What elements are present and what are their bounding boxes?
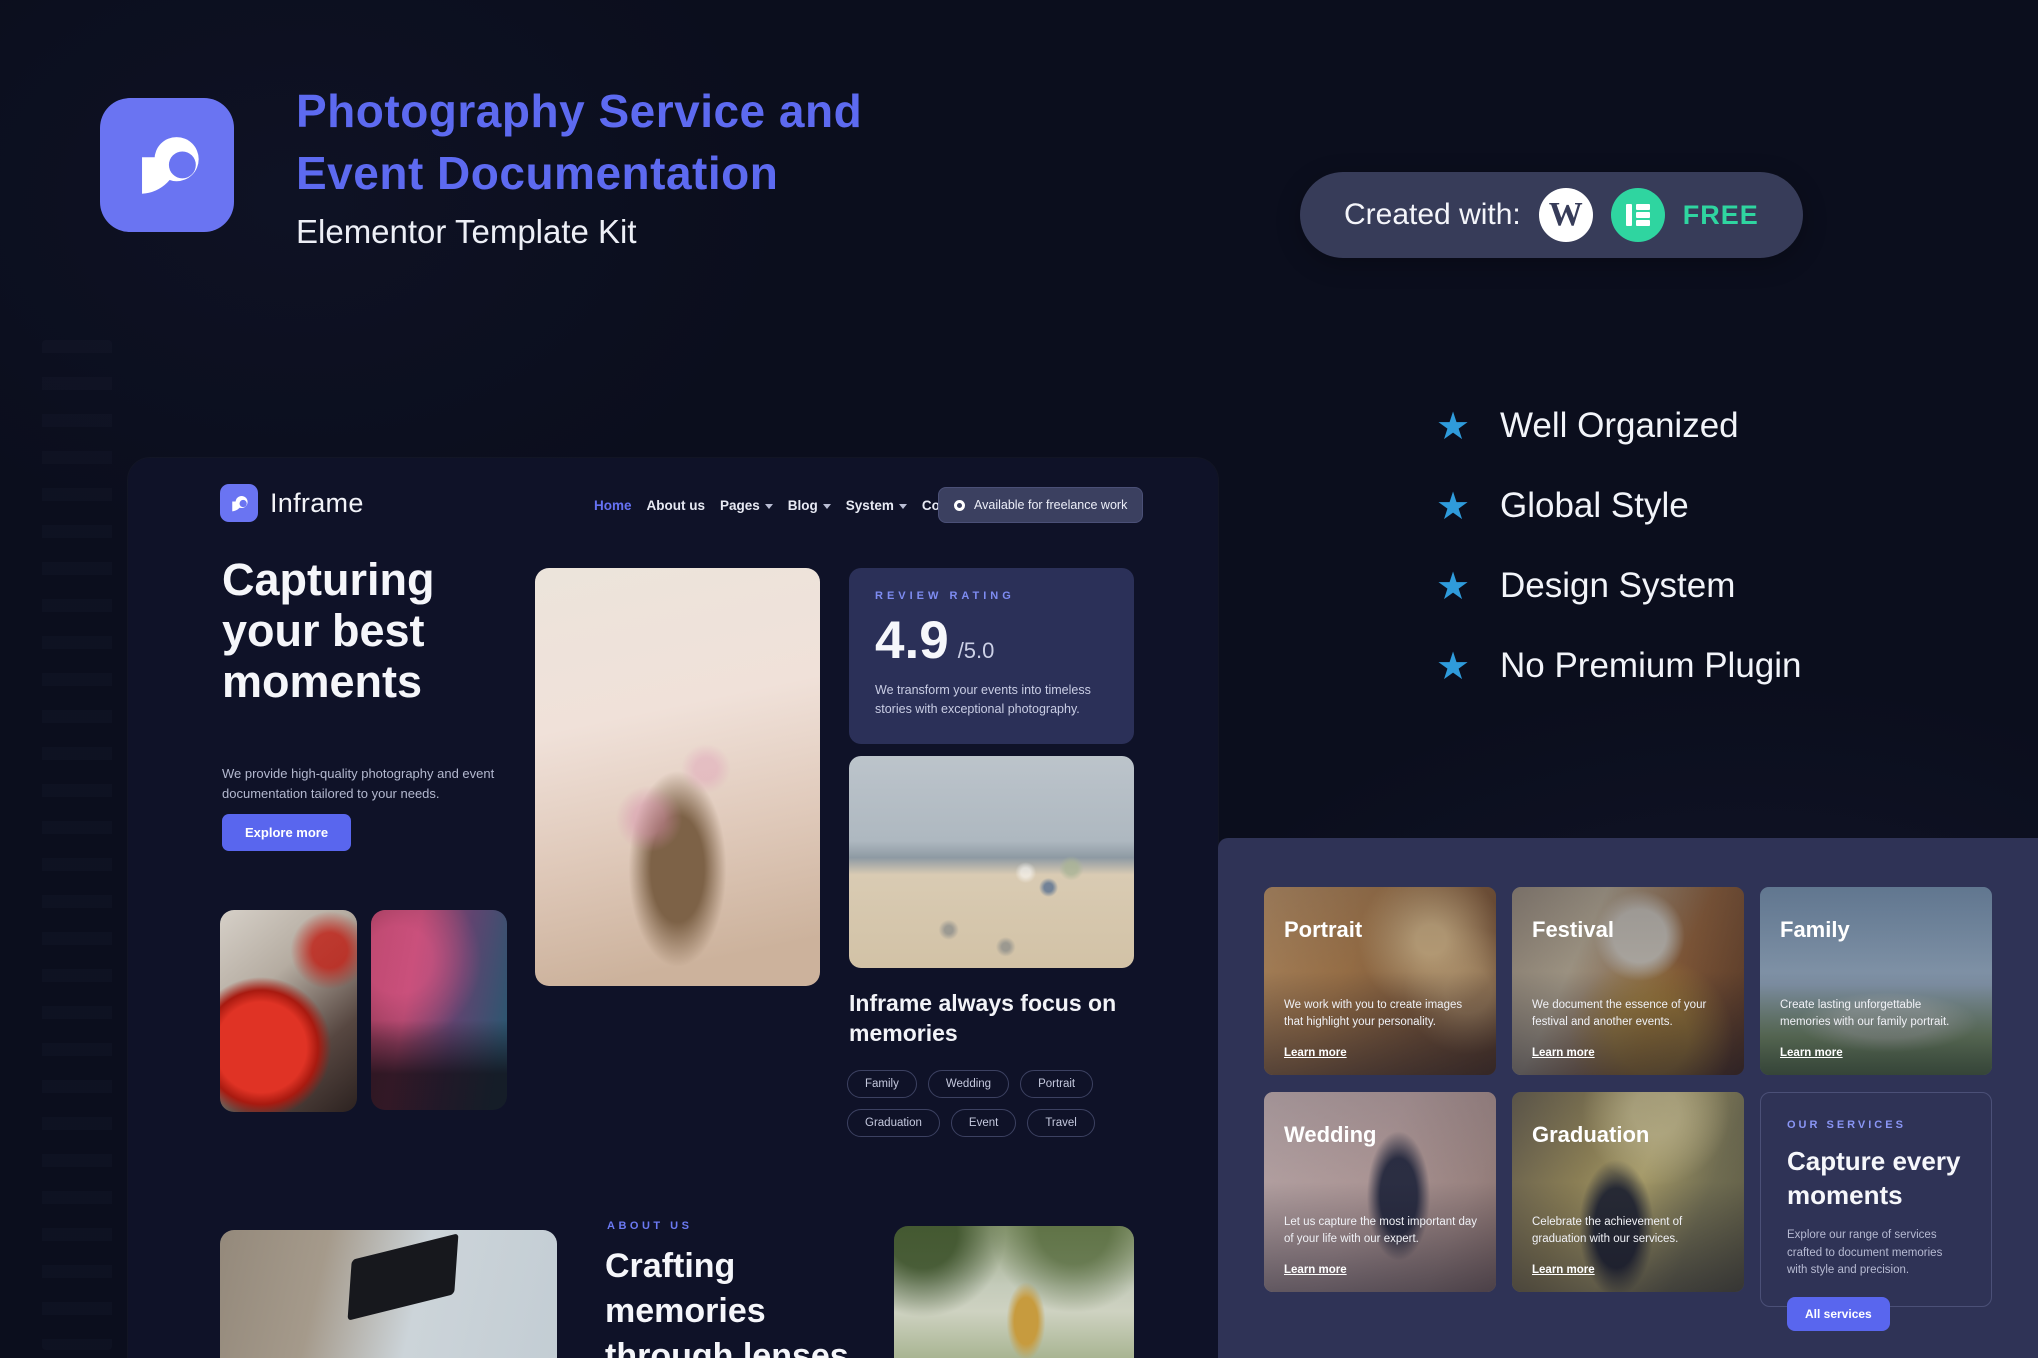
- service-title: Portrait: [1284, 917, 1476, 943]
- service-card-graduation: Graduation Celebrate the achievement of …: [1512, 1092, 1744, 1292]
- service-title: Family: [1780, 917, 1972, 943]
- photo-graduation-cap: [220, 1230, 557, 1358]
- tag-event[interactable]: Event: [951, 1109, 1016, 1137]
- ring-dot-icon: [954, 500, 965, 511]
- feature-label: Design System: [1500, 566, 1735, 606]
- site-brand-name: Inframe: [270, 488, 364, 519]
- feature-item: Design System: [1432, 546, 1802, 626]
- star-icon: [1432, 644, 1474, 689]
- service-card-festival: Festival We document the essence of your…: [1512, 887, 1744, 1075]
- site-logo[interactable]: Inframe: [220, 484, 364, 522]
- website-preview-panel: Inframe Home About us Pages Blog System …: [128, 458, 1218, 1358]
- kit-title-block: Photography Service and Event Documentat…: [296, 80, 862, 254]
- eye-logo-icon: [119, 115, 215, 216]
- our-services-label: OUR SERVICES: [1787, 1119, 1965, 1131]
- created-with-label: Created with:: [1344, 198, 1521, 232]
- app-logo: [100, 98, 234, 232]
- kit-title-line1: Photography Service and: [296, 80, 862, 142]
- photo-beach-family: [849, 756, 1134, 968]
- service-card-portrait: Portrait We work with you to create imag…: [1264, 887, 1496, 1075]
- feature-item: Global Style: [1432, 466, 1802, 546]
- chevron-down-icon: [899, 504, 907, 509]
- feature-label: Well Organized: [1500, 406, 1739, 446]
- service-card-wedding: Wedding Let us capture the most importan…: [1264, 1092, 1496, 1292]
- services-panel: Portrait We work with you to create imag…: [1218, 838, 2038, 1358]
- tag-wedding[interactable]: Wedding: [928, 1070, 1009, 1098]
- service-card-family: Family Create lasting unforgettable memo…: [1760, 887, 1992, 1075]
- review-scale: /5.0: [958, 638, 995, 664]
- wordpress-icon: [1539, 188, 1593, 242]
- left-decor-dashes: [42, 340, 112, 1350]
- nav-item-system[interactable]: System: [846, 498, 907, 513]
- chevron-down-icon: [765, 504, 773, 509]
- review-rating-label: REVIEW RATING: [875, 590, 1108, 602]
- review-text: We transform your events into timeless s…: [875, 681, 1108, 719]
- feature-item: No Premium Plugin: [1432, 626, 1802, 706]
- tag-family[interactable]: Family: [847, 1070, 917, 1098]
- feature-label: Global Style: [1500, 486, 1689, 526]
- service-description: We work with you to create images that h…: [1284, 997, 1478, 1031]
- learn-more-link[interactable]: Learn more: [1780, 1047, 1843, 1059]
- star-icon: [1432, 404, 1474, 449]
- photo-concert: [371, 910, 507, 1110]
- our-services-card: OUR SERVICES Capture every moments Explo…: [1760, 1092, 1992, 1307]
- service-description: Create lasting unforgettable memories wi…: [1780, 997, 1974, 1031]
- nav-item-about-us[interactable]: About us: [647, 498, 706, 513]
- photo-performer-fan: [220, 910, 357, 1112]
- elementor-icon: [1611, 188, 1665, 242]
- site-nav: Home About us Pages Blog System Contact …: [594, 498, 992, 513]
- about-us-label: ABOUT US: [607, 1220, 692, 1232]
- photo-traditional-dancer: [894, 1226, 1134, 1358]
- learn-more-link[interactable]: Learn more: [1284, 1264, 1347, 1276]
- tag-graduation[interactable]: Graduation: [847, 1109, 940, 1137]
- explore-more-button[interactable]: Explore more: [222, 814, 351, 851]
- service-description: Let us capture the most important day of…: [1284, 1214, 1478, 1248]
- inframe-logo-icon: [220, 484, 258, 522]
- learn-more-link[interactable]: Learn more: [1532, 1264, 1595, 1276]
- feature-item: Well Organized: [1432, 386, 1802, 466]
- graduation-cap-shape: [348, 1233, 459, 1320]
- photo-wedding-couple: [535, 568, 820, 986]
- tag-portrait[interactable]: Portrait: [1020, 1070, 1093, 1098]
- about-us-heading: Crafting memories through lenses: [605, 1244, 849, 1358]
- all-services-button[interactable]: All services: [1787, 1297, 1890, 1331]
- service-title: Wedding: [1284, 1122, 1476, 1148]
- kit-subtitle: Elementor Template Kit: [296, 210, 862, 254]
- hero-title: Capturing your best moments: [222, 554, 434, 707]
- hero-description: We provide high-quality photography and …: [222, 764, 508, 804]
- nav-item-blog[interactable]: Blog: [788, 498, 831, 513]
- feature-list: Well Organized Global Style Design Syste…: [1432, 386, 1802, 706]
- our-services-heading: Capture every moments: [1787, 1144, 1965, 1212]
- star-icon: [1432, 484, 1474, 529]
- our-services-description: Explore our range of services crafted to…: [1787, 1227, 1965, 1280]
- category-tags: Family Wedding Portrait Graduation Event…: [847, 1070, 1157, 1148]
- nav-item-home[interactable]: Home: [594, 498, 632, 513]
- star-icon: [1432, 564, 1474, 609]
- service-description: We document the essence of your festival…: [1532, 997, 1726, 1031]
- nav-item-pages[interactable]: Pages: [720, 498, 773, 513]
- service-title: Graduation: [1532, 1122, 1724, 1148]
- kit-title-line2: Event Documentation: [296, 142, 862, 204]
- feature-label: No Premium Plugin: [1500, 646, 1802, 686]
- learn-more-link[interactable]: Learn more: [1532, 1047, 1595, 1059]
- memories-heading: Inframe always focus on memories: [849, 988, 1116, 1048]
- freelance-availability-button[interactable]: Available for freelance work: [938, 487, 1143, 523]
- learn-more-link[interactable]: Learn more: [1284, 1047, 1347, 1059]
- freelance-button-label: Available for freelance work: [974, 498, 1127, 512]
- review-rating-card: REVIEW RATING 4.9 /5.0 We transform your…: [849, 568, 1134, 744]
- chevron-down-icon: [823, 504, 831, 509]
- created-with-badge: Created with: FREE: [1300, 172, 1803, 258]
- tag-travel[interactable]: Travel: [1027, 1109, 1095, 1137]
- service-description: Celebrate the achievement of graduation …: [1532, 1214, 1726, 1248]
- free-badge: FREE: [1683, 200, 1759, 231]
- review-score: 4.9: [875, 614, 949, 667]
- service-title: Festival: [1532, 917, 1724, 943]
